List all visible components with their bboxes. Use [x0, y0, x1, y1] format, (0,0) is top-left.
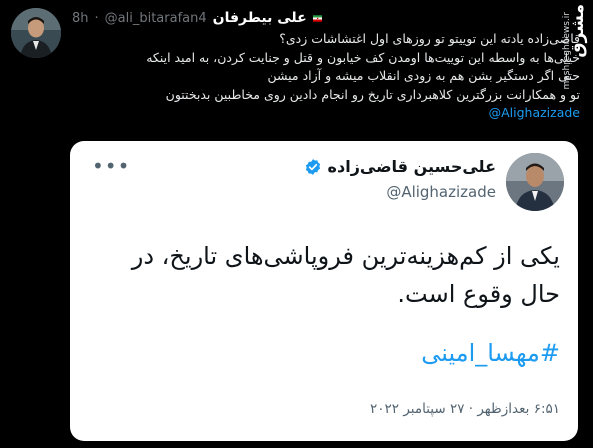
iran-flag-icon — [312, 14, 322, 22]
quoted-timestamp[interactable]: ۶:۵۱ بعدازظهر · ۲۷ سپتامبر ۲۰۲۲ — [370, 401, 560, 417]
quoted-display-name[interactable]: علی‌حسین قاضی‌زاده — [328, 157, 496, 176]
watermark-site: mashreghnews.ir — [562, 12, 572, 90]
avatar[interactable] — [11, 8, 61, 58]
tweet-text: قاضی‌زاده یادته این توییتو تو روزهای اول… — [70, 30, 580, 123]
watermark: مشرق mashreghnews.ir — [556, 2, 592, 122]
quoted-body-line: حال وقوع است. — [397, 280, 560, 308]
quoted-avatar[interactable] — [506, 153, 564, 211]
quoted-tweet-card[interactable]: ••• علی‌حسین قاضی‌زاده @Alighazizade یکی… — [70, 141, 578, 441]
tweet-time[interactable]: 8h — [72, 11, 89, 26]
quoted-handle[interactable]: @Alighazizade — [386, 183, 496, 201]
quoted-body: یکی از کم‌هزینه‌ترین فروپاشی‌های تاریخ، … — [120, 237, 560, 313]
verified-badge-icon — [305, 158, 320, 175]
tweet-text-line: قاضی‌زاده یادته این توییتو تو روزهای اول… — [279, 31, 580, 46]
tweet-text-line: تو و همکارانت بزرگترین کلاهبرداری تاریخ … — [165, 86, 580, 102]
tweet[interactable]: 8h · @ali_bitarafan4 علی بیطرفان قاضی‌زا… — [0, 0, 593, 448]
quoted-name-row: علی‌حسین قاضی‌زاده — [304, 157, 496, 176]
author-row: 8h · @ali_bitarafan4 علی بیطرفان — [72, 8, 322, 28]
separator-dot: · — [94, 10, 99, 26]
author-handle[interactable]: @ali_bitarafan4 — [105, 11, 207, 26]
more-options-icon[interactable]: ••• — [92, 156, 130, 176]
tweet-text-line: حتی اگر دستگیر بشن هم به زودی انقلاب میش… — [267, 68, 580, 83]
tweet-text-line: خیلی‌ها به واسطه این توییت‌ها اومدن کف خ… — [146, 49, 580, 65]
quoted-body-line: یکی از کم‌هزینه‌ترین فروپاشی‌های تاریخ، … — [131, 242, 560, 270]
author-display-name[interactable]: علی بیطرفان — [213, 10, 307, 26]
hashtag-link[interactable]: #مهسا_امینی — [421, 339, 560, 367]
